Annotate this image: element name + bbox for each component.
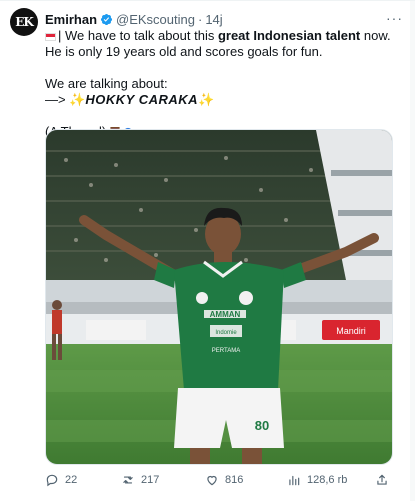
like-button[interactable]: 816 [205,473,243,487]
author-name[interactable]: Emirhan [45,12,97,27]
tweet-line-1: | We have to talk about this great Indon… [45,28,391,59]
scrollbar[interactable] [410,1,415,501]
timestamp[interactable]: 14j [205,12,222,27]
reply-icon [46,474,58,487]
avatar[interactable]: EK [10,8,38,36]
heart-icon [207,475,217,486]
sponsor-text-3: PERTAMA [212,348,240,354]
repost-icon [123,476,133,484]
separator-dot: · [197,11,203,27]
tweet-header: Emirhan @EKscouting · 14j [45,10,385,28]
tweet[interactable]: EK Emirhan @EKscouting · 14j ··· | We ha… [0,0,415,501]
sponsor-text: AMMAN [210,310,241,319]
tweet-line-3: —> ✨HOKKY CARAKA✨ [45,92,215,107]
reply-count: 22 [65,474,78,486]
views-count: 128,6 rb [307,474,348,486]
more-options-icon[interactable]: ··· [386,10,403,26]
author-handle[interactable]: @EKscouting [116,12,195,27]
verified-badge-icon [100,13,113,25]
views-button[interactable]: 128,6 rb [287,473,347,487]
tweet-text: | We have to talk about this great Indon… [45,28,400,140]
reply-button[interactable]: 22 [45,473,77,487]
repost-button[interactable]: 217 [121,473,159,487]
footballer-celebration-photo: Mandiri AMMAN Indomie PERTAMA 80 [46,130,392,464]
views-icon [289,475,300,486]
sparkles-icon: ✨ [69,92,86,107]
like-count: 816 [225,474,244,486]
sparkles-icon: ✨ [198,92,215,107]
repost-count: 217 [141,474,160,486]
banner-text: Mandiri [336,326,366,336]
share-icon [377,474,387,485]
tweet-media-image[interactable]: Mandiri AMMAN Indomie PERTAMA 80 [45,129,393,465]
sponsor-text-2: Indomie [215,330,237,336]
jersey-number: 80 [255,418,269,433]
tweet-line-2: We are talking about: [45,76,168,91]
share-button[interactable] [375,473,389,487]
indonesia-flag-icon [45,32,56,41]
tweet-actions: 22 217 816 128,6 rb [45,473,400,491]
